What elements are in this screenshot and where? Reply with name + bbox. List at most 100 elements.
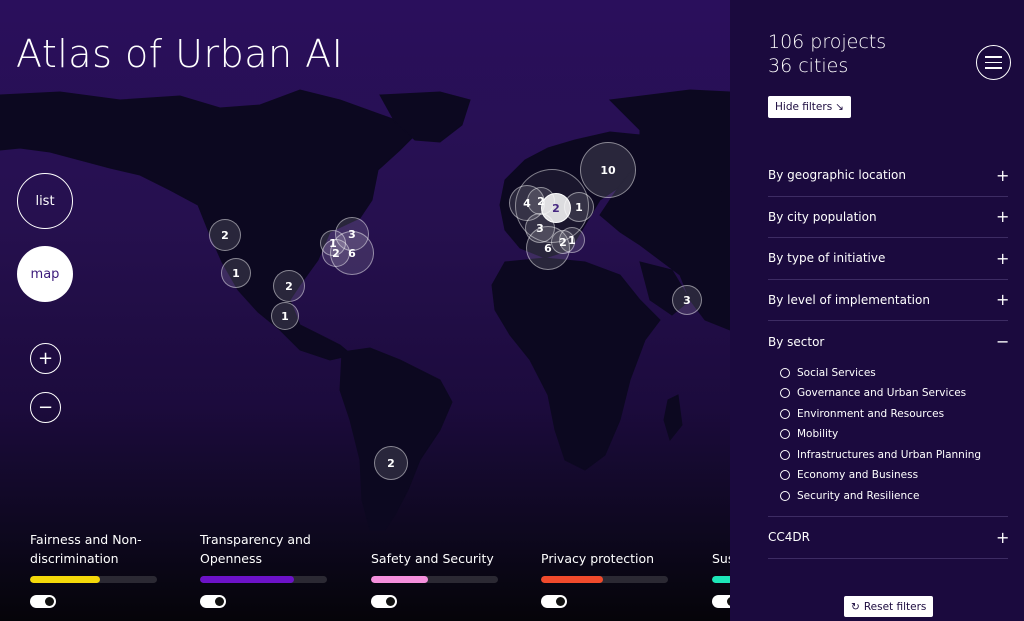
- value-toggle[interactable]: [371, 595, 397, 608]
- radio-icon: [780, 449, 790, 460]
- value-safety: Safety and Security: [371, 530, 498, 608]
- value-progress-fill: [541, 576, 604, 583]
- map-cluster-marker[interactable]: 2: [209, 219, 241, 251]
- value-transparency: Transparency and Openness: [200, 530, 327, 608]
- value-label: Privacy protection: [541, 551, 655, 566]
- sector-option[interactable]: Economy and Business: [780, 465, 1008, 486]
- expand-icon: +: [996, 290, 1010, 310]
- radio-icon: [780, 470, 790, 481]
- value-progress-fill: [30, 576, 100, 583]
- stats: 106 projects 36 cities: [768, 30, 886, 78]
- filter-geographic-location[interactable]: By geographic location +: [768, 155, 1010, 197]
- filter-panel: 106 projects 36 cities Hide filters ↘ By…: [730, 0, 1024, 621]
- radio-icon: [780, 388, 790, 399]
- value-privacy: Privacy protection: [541, 530, 668, 608]
- value-progress-bar: [30, 576, 157, 583]
- value-fairness: Fairness and Non-discrimination: [30, 530, 157, 608]
- expand-icon: +: [996, 248, 1010, 268]
- value-toggle[interactable]: [30, 595, 56, 608]
- sector-option-label: Social Services: [797, 366, 876, 379]
- map-cluster-marker[interactable]: 6: [330, 231, 374, 275]
- sector-options: Social Services Governance and Urban Ser…: [768, 363, 1008, 517]
- value-label: Transparency and Openness: [200, 532, 311, 566]
- filter-list: By geographic location + By city populat…: [768, 155, 1010, 559]
- radio-icon: [780, 367, 790, 378]
- filter-cc4dr[interactable]: CC4DR +: [768, 517, 1010, 559]
- sector-option[interactable]: Environment and Resources: [780, 404, 1008, 425]
- value-progress-bar: [541, 576, 668, 583]
- page-title: Atlas of Urban AI: [16, 32, 344, 76]
- map-cluster-marker[interactable]: 2: [273, 270, 305, 302]
- zoom-out-button[interactable]: −: [30, 392, 61, 423]
- zoom-in-button[interactable]: +: [30, 343, 61, 374]
- value-label: Fairness and Non-discrimination: [30, 532, 142, 566]
- value-label: Safety and Security: [371, 551, 494, 566]
- hide-filters-button[interactable]: Hide filters ↘: [768, 96, 851, 118]
- land-south-america: [339, 347, 453, 531]
- sector-option-label: Environment and Resources: [797, 407, 945, 420]
- filter-label: By level of implementation: [768, 292, 930, 307]
- filter-label: CC4DR: [768, 530, 810, 545]
- arrow-down-right-icon: ↘: [835, 101, 844, 113]
- list-view-button[interactable]: list: [17, 173, 73, 229]
- map-cluster-marker[interactable]: 2: [374, 446, 408, 480]
- sector-option-label: Infrastructures and Urban Planning: [797, 448, 982, 461]
- map-cluster-marker[interactable]: 1: [221, 258, 251, 288]
- filter-type-of-initiative[interactable]: By type of initiative +: [768, 238, 1010, 280]
- map-cluster-marker[interactable]: 3: [672, 285, 702, 315]
- expand-icon: +: [996, 165, 1010, 185]
- value-progress-fill: [371, 576, 429, 583]
- map-view-button[interactable]: map: [17, 246, 73, 302]
- value-toggle[interactable]: [712, 595, 730, 608]
- hamburger-line: [985, 67, 1002, 69]
- map-cluster-halo: [515, 169, 589, 243]
- sector-option-label: Security and Resilience: [797, 489, 920, 502]
- filter-label: By type of initiative: [768, 251, 886, 266]
- sector-option[interactable]: Governance and Urban Services: [780, 383, 1008, 404]
- land-africa: [491, 257, 661, 471]
- filter-city-population[interactable]: By city population +: [768, 197, 1010, 238]
- sector-option[interactable]: Social Services: [780, 363, 1008, 384]
- menu-button[interactable]: [976, 45, 1011, 80]
- radio-icon: [780, 408, 790, 419]
- hamburger-line: [985, 56, 1002, 58]
- sector-option[interactable]: Infrastructures and Urban Planning: [780, 445, 1008, 466]
- value-progress-fill: [200, 576, 294, 583]
- reset-label: Reset filters: [863, 600, 927, 613]
- radio-icon: [780, 490, 790, 501]
- filter-sector[interactable]: By sector −: [768, 321, 1010, 363]
- values-row: Fairness and Non-discrimination Transpar…: [0, 530, 730, 621]
- sector-option[interactable]: Mobility: [780, 424, 1008, 445]
- value-progress-bar: [712, 576, 730, 583]
- filter-label: By city population: [768, 209, 877, 224]
- value-toggle[interactable]: [541, 595, 567, 608]
- sector-option-label: Economy and Business: [797, 469, 919, 482]
- hide-filters-label: Hide filters: [775, 101, 833, 113]
- project-count: 106 projects: [768, 31, 887, 53]
- sector-option[interactable]: Security and Resilience: [780, 486, 1008, 507]
- map-cluster-marker[interactable]: 10: [580, 142, 636, 198]
- value-toggle[interactable]: [200, 595, 226, 608]
- city-count: 36 cities: [768, 55, 849, 77]
- reset-icon: ↻: [851, 600, 860, 613]
- expand-icon: +: [996, 527, 1010, 547]
- sector-option-label: Governance and Urban Services: [797, 387, 967, 400]
- value-label: Sus: [712, 551, 730, 566]
- value-progress-fill: [712, 576, 730, 583]
- value-progress-bar: [371, 576, 498, 583]
- reset-filters-button[interactable]: ↻ Reset filters: [844, 596, 934, 617]
- world-map[interactable]: [0, 0, 730, 621]
- value-progress-bar: [200, 576, 327, 583]
- sector-option-label: Mobility: [797, 428, 839, 441]
- expand-icon: +: [996, 207, 1010, 227]
- filter-level-of-implementation[interactable]: By level of implementation +: [768, 280, 1010, 321]
- filter-label: By sector: [768, 334, 825, 349]
- filter-label: By geographic location: [768, 168, 906, 183]
- map-cluster-marker[interactable]: 1: [271, 302, 299, 330]
- hamburger-line: [985, 61, 1002, 64]
- map-area[interactable]: Atlas of Urban AI list map + − 2 1 2 1 3…: [0, 0, 730, 621]
- radio-icon: [780, 429, 790, 440]
- land-madagascar: [663, 394, 683, 442]
- collapse-icon: −: [996, 332, 1010, 352]
- value-sustainability: Sus: [712, 530, 730, 608]
